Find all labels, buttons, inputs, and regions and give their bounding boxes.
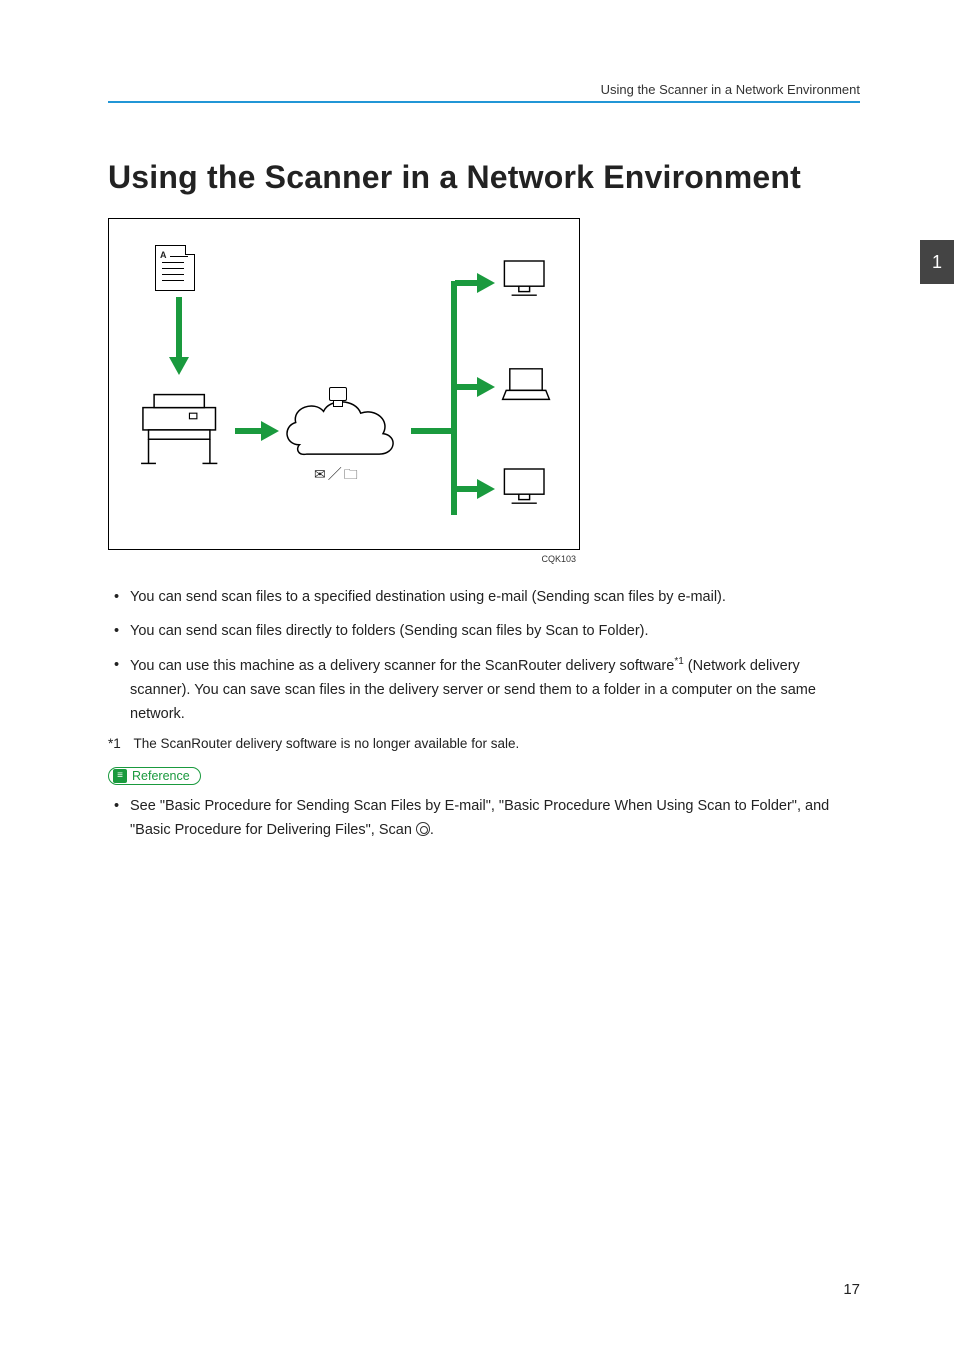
- reference-text: See "Basic Procedure for Sending Scan Fi…: [130, 798, 829, 838]
- disc-icon: [416, 822, 430, 836]
- page: Using the Scanner in a Network Environme…: [0, 0, 954, 1354]
- diagram-code: CQK103: [108, 554, 580, 564]
- arrow-right-icon: [455, 273, 495, 293]
- reference-badge: ≡ Reference: [108, 767, 201, 785]
- arrow-down-icon: [169, 297, 189, 375]
- chapter-tab: 1: [920, 240, 954, 284]
- mail-folder-symbols: ✉／🗀: [314, 464, 360, 488]
- running-head: Using the Scanner in a Network Environme…: [108, 82, 860, 97]
- arrow-right-icon: [455, 377, 495, 397]
- footnote-marker: *1: [674, 656, 683, 667]
- arrow-right-icon: [235, 421, 279, 441]
- document-icon: A: [155, 245, 195, 291]
- bullet-list: You can send scan files to a specified d…: [108, 586, 860, 726]
- list-item: You can send scan files directly to fold…: [108, 620, 860, 644]
- arrow-right-icon: [455, 479, 495, 499]
- reference-trailing: .: [430, 822, 434, 838]
- document-label: A: [160, 250, 167, 260]
- list-item-text: You can use this machine as a delivery s…: [130, 658, 816, 722]
- server-base-icon: [333, 401, 343, 407]
- network-cloud-icon: [279, 389, 409, 469]
- list-item: You can use this machine as a delivery s…: [108, 654, 860, 727]
- header-rule: [108, 101, 860, 103]
- list-item: See "Basic Procedure for Sending Scan Fi…: [108, 795, 860, 843]
- footnote-mark: *1: [108, 736, 130, 751]
- desktop-icon: [499, 465, 553, 509]
- footnote: *1 The ScanRouter delivery software is n…: [108, 736, 860, 751]
- network-diagram: A: [108, 218, 580, 550]
- desktop-icon: [499, 257, 553, 301]
- reference-icon: ≡: [113, 769, 127, 783]
- laptop-icon: [499, 363, 553, 407]
- reference-label: Reference: [132, 769, 190, 783]
- page-title: Using the Scanner in a Network Environme…: [108, 159, 860, 196]
- reference-list: See "Basic Procedure for Sending Scan Fi…: [108, 795, 860, 843]
- footnote-text: The ScanRouter delivery software is no l…: [134, 736, 520, 751]
- page-number: 17: [843, 1281, 860, 1298]
- list-item: You can send scan files to a specified d…: [108, 586, 860, 610]
- server-icon: [329, 387, 347, 401]
- printer-icon: [135, 389, 229, 469]
